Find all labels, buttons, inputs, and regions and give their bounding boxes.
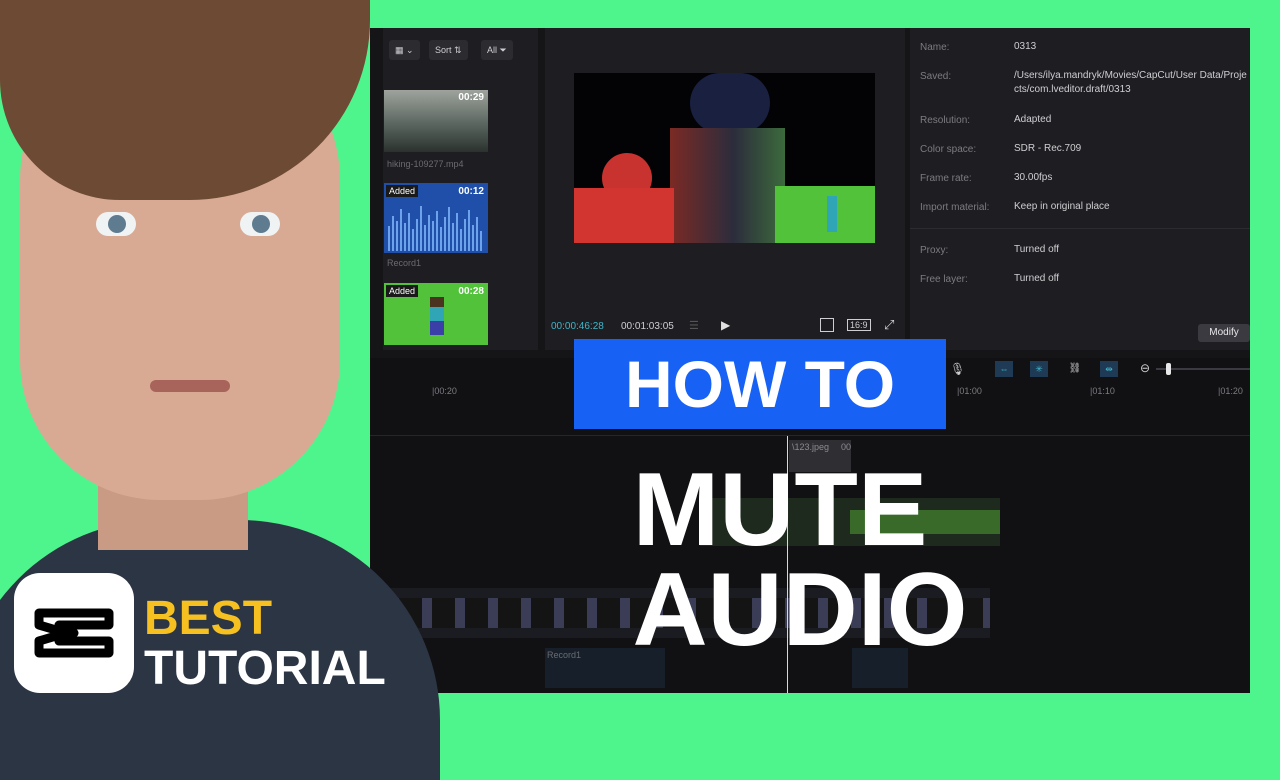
preview-panel: 00:00:46:28 00:01:03:05 ☰ ▶ 16:9 ⤢ [545,28,905,350]
sort-icon: ⇅ [454,45,462,55]
anime-character-body [670,128,785,243]
green-screen-clip [775,186,875,243]
zoom-slider[interactable] [1156,363,1250,375]
link-clips-icon[interactable]: ✳ [1030,361,1048,377]
snap-icon[interactable]: ⇔ [995,361,1013,377]
presenter-eye [96,212,136,236]
media-thumbnail[interactable]: Added 00:28 [384,283,488,345]
badge-tutorial-text: TUTORIAL [144,642,386,695]
waveform-icon [388,206,482,251]
divider [910,228,1250,229]
presenter-mouth [150,380,230,392]
media-thumbnail[interactable]: Added 00:12 [384,183,488,253]
media-thumbnail[interactable]: 00:29 [384,90,488,152]
character-figure [430,297,444,307]
view-toggle-button[interactable]: ▦ ⌄ [389,40,420,60]
crop-icon[interactable] [820,318,834,332]
zoom-out-icon[interactable]: ⊖ [1140,361,1150,375]
zoom-slider-handle[interactable] [1166,363,1171,375]
preview-canvas[interactable] [574,73,875,243]
details-panel: Name: 0313 Saved: /Users/ilya.mandryk/Mo… [910,28,1250,350]
media-panel: ▦ ⌄ Sort ⇅ All ⏷ 00:29 hiking-109277.mp4… [383,28,538,350]
current-timecode: 00:00:46:28 [551,321,604,332]
fullscreen-icon[interactable]: ⤢ [884,317,894,333]
play-icon[interactable]: ▶ [721,318,730,332]
aspect-ratio-button[interactable]: 16:9 [847,319,871,331]
chain-icon[interactable]: ⛓ [1066,361,1084,377]
media-name: hiking-109277.mp4 [387,159,464,169]
view-grid-icon: ▦ ⌄ [395,45,414,55]
media-name: Record1 [387,258,422,268]
total-timecode: 00:01:03:05 [621,321,674,332]
anime-character-head [690,73,770,133]
filter-icon: ⏷ [499,45,507,55]
sort-button[interactable]: Sort ⇅ [429,40,468,60]
how-to-banner: HOW TO [574,339,946,429]
title-line2: AUDIO [632,552,968,668]
filter-button[interactable]: All ⏷ [481,40,513,60]
capcut-logo-icon [14,573,134,693]
badge-best-text: BEST [144,592,273,645]
modify-button[interactable]: Modify [1198,324,1250,342]
split-icon[interactable]: ⇹ [1100,361,1118,377]
title-line1: MUTE [632,452,928,568]
microphone-icon[interactable]: 🎙 [950,362,965,376]
list-icon[interactable]: ☰ [689,319,699,332]
presenter-eye [240,212,280,236]
